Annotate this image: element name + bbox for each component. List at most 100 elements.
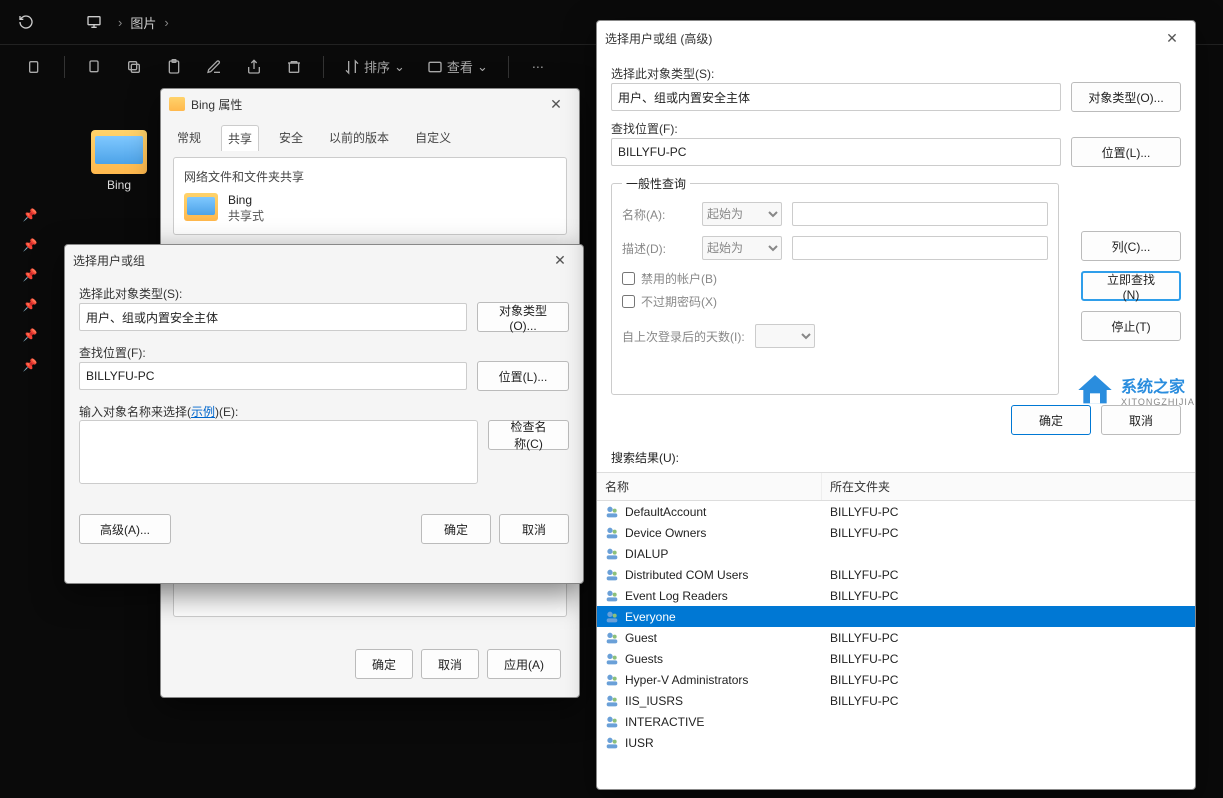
close-button[interactable]: ✕ bbox=[541, 89, 571, 119]
refresh-button[interactable] bbox=[10, 6, 42, 38]
result-name: Guests bbox=[625, 652, 822, 666]
result-row[interactable]: IUSR bbox=[597, 732, 1195, 753]
names-label: 输入对象名称来选择(示例)(E): bbox=[79, 403, 569, 420]
chevron-right-icon: › bbox=[164, 15, 168, 30]
pin-icon[interactable]: 📌 bbox=[0, 290, 60, 320]
column-location[interactable]: 所在文件夹 bbox=[822, 473, 1195, 500]
columns-button[interactable]: 列(C)... bbox=[1081, 231, 1181, 261]
description-label: 描述(D): bbox=[622, 240, 692, 257]
sort-button[interactable]: 排序 ⌄ bbox=[336, 50, 413, 84]
tab-sharing[interactable]: 共享 bbox=[221, 125, 259, 151]
stop-button[interactable]: 停止(T) bbox=[1081, 311, 1181, 341]
tab-security[interactable]: 安全 bbox=[273, 125, 309, 151]
pin-icon[interactable]: 📌 bbox=[0, 350, 60, 380]
close-button[interactable]: ✕ bbox=[545, 245, 575, 275]
examples-link[interactable]: 示例 bbox=[191, 405, 215, 419]
result-row[interactable]: Everyone bbox=[597, 606, 1195, 627]
breadcrumb[interactable]: › 图片 › bbox=[118, 13, 169, 32]
rename-icon[interactable] bbox=[197, 50, 231, 84]
monitor-icon[interactable] bbox=[78, 6, 110, 38]
check-names-button[interactable]: 检查名称(C) bbox=[488, 420, 569, 450]
result-row[interactable]: DefaultAccountBILLYFU-PC bbox=[597, 501, 1195, 522]
result-name: Hyper-V Administrators bbox=[625, 673, 822, 687]
days-since-select[interactable] bbox=[755, 324, 815, 348]
close-button[interactable]: ✕ bbox=[1157, 23, 1187, 53]
location-value: BILLYFU-PC bbox=[611, 138, 1061, 166]
result-row[interactable]: GuestsBILLYFU-PC bbox=[597, 648, 1195, 669]
locations-button[interactable]: 位置(L)... bbox=[477, 361, 569, 391]
principal-icon bbox=[603, 714, 621, 730]
share-icon[interactable] bbox=[237, 50, 271, 84]
find-now-button[interactable]: 立即查找(N) bbox=[1081, 271, 1181, 301]
result-location: BILLYFU-PC bbox=[822, 652, 1195, 666]
tab-general[interactable]: 常规 bbox=[171, 125, 207, 151]
object-type-value: 用户、组或内置安全主体 bbox=[79, 303, 467, 331]
result-row[interactable]: INTERACTIVE bbox=[597, 711, 1195, 732]
more-button[interactable]: ⋯ bbox=[521, 50, 555, 84]
description-mode-select[interactable]: 起始为 bbox=[702, 236, 782, 260]
view-button[interactable]: 查看 ⌄ bbox=[419, 50, 496, 84]
name-input[interactable] bbox=[792, 202, 1048, 226]
paste-icon[interactable] bbox=[157, 50, 191, 84]
name-label: 名称(A): bbox=[622, 206, 692, 223]
result-location: BILLYFU-PC bbox=[822, 673, 1195, 687]
cancel-button[interactable]: 取消 bbox=[499, 514, 569, 544]
apply-button[interactable]: 应用(A) bbox=[487, 649, 561, 679]
delete-icon[interactable] bbox=[277, 50, 311, 84]
dialog-title: 选择用户或组 bbox=[73, 252, 145, 269]
result-row[interactable]: DIALUP bbox=[597, 543, 1195, 564]
folder-item[interactable]: Bing bbox=[85, 130, 153, 192]
ok-button[interactable]: 确定 bbox=[421, 514, 491, 544]
common-queries-legend: 一般性查询 bbox=[622, 175, 690, 192]
result-row[interactable]: Event Log ReadersBILLYFU-PC bbox=[597, 585, 1195, 606]
locations-button[interactable]: 位置(L)... bbox=[1071, 137, 1181, 167]
result-location: BILLYFU-PC bbox=[822, 589, 1195, 603]
pin-icon[interactable]: 📌 bbox=[0, 230, 60, 260]
copy-icon[interactable] bbox=[117, 50, 151, 84]
column-name[interactable]: 名称 bbox=[597, 473, 822, 500]
nonexpiring-password-checkbox[interactable]: 不过期密码(X) bbox=[622, 293, 1048, 310]
tab-previous-versions[interactable]: 以前的版本 bbox=[323, 125, 395, 151]
result-row[interactable]: GuestBILLYFU-PC bbox=[597, 627, 1195, 648]
result-name: Everyone bbox=[625, 610, 822, 624]
pin-icon[interactable]: 📌 bbox=[0, 200, 60, 230]
result-name: Event Log Readers bbox=[625, 589, 822, 603]
result-row[interactable]: Device OwnersBILLYFU-PC bbox=[597, 522, 1195, 543]
ok-button[interactable]: 确定 bbox=[1011, 405, 1091, 435]
principal-icon bbox=[603, 504, 621, 520]
pin-icon[interactable]: 📌 bbox=[0, 320, 60, 350]
results-list[interactable]: DefaultAccountBILLYFU-PCDevice OwnersBIL… bbox=[597, 501, 1195, 753]
advanced-button[interactable]: 高级(A)... bbox=[79, 514, 171, 544]
cancel-button[interactable]: 取消 bbox=[421, 649, 479, 679]
breadcrumb-item[interactable]: 图片 bbox=[130, 13, 156, 32]
principal-icon bbox=[603, 630, 621, 646]
folder-label: Bing bbox=[85, 178, 153, 192]
pin-icon[interactable]: 📌 bbox=[0, 260, 60, 290]
tab-customize[interactable]: 自定义 bbox=[409, 125, 457, 151]
common-queries-group: 一般性查询 名称(A): 起始为 描述(D): 起始为 禁用的帐户(B) 不过期… bbox=[611, 175, 1059, 395]
ok-button[interactable]: 确定 bbox=[355, 649, 413, 679]
name-mode-select[interactable]: 起始为 bbox=[702, 202, 782, 226]
cut-icon[interactable] bbox=[77, 50, 111, 84]
result-name: DefaultAccount bbox=[625, 505, 822, 519]
object-types-button[interactable]: 对象类型(O)... bbox=[477, 302, 569, 332]
result-row[interactable]: Distributed COM UsersBILLYFU-PC bbox=[597, 564, 1195, 585]
folder-icon-small bbox=[169, 97, 185, 111]
result-row[interactable]: IIS_IUSRSBILLYFU-PC bbox=[597, 690, 1195, 711]
object-types-button[interactable]: 对象类型(O)... bbox=[1071, 82, 1181, 112]
principal-icon bbox=[603, 609, 621, 625]
result-row[interactable]: Hyper-V AdministratorsBILLYFU-PC bbox=[597, 669, 1195, 690]
object-type-value: 用户、组或内置安全主体 bbox=[611, 83, 1061, 111]
disabled-accounts-checkbox[interactable]: 禁用的帐户(B) bbox=[622, 270, 1048, 287]
location-label: 查找位置(F): bbox=[611, 120, 1181, 137]
description-input[interactable] bbox=[792, 236, 1048, 260]
result-location: BILLYFU-PC bbox=[822, 568, 1195, 582]
new-button[interactable] bbox=[18, 50, 52, 84]
folder-icon bbox=[91, 130, 147, 174]
results-label: 搜索结果(U): bbox=[597, 445, 1195, 472]
location-value: BILLYFU-PC bbox=[79, 362, 467, 390]
principal-icon bbox=[603, 546, 621, 562]
principal-icon bbox=[603, 567, 621, 583]
object-names-input[interactable] bbox=[79, 420, 478, 484]
cancel-button[interactable]: 取消 bbox=[1101, 405, 1181, 435]
